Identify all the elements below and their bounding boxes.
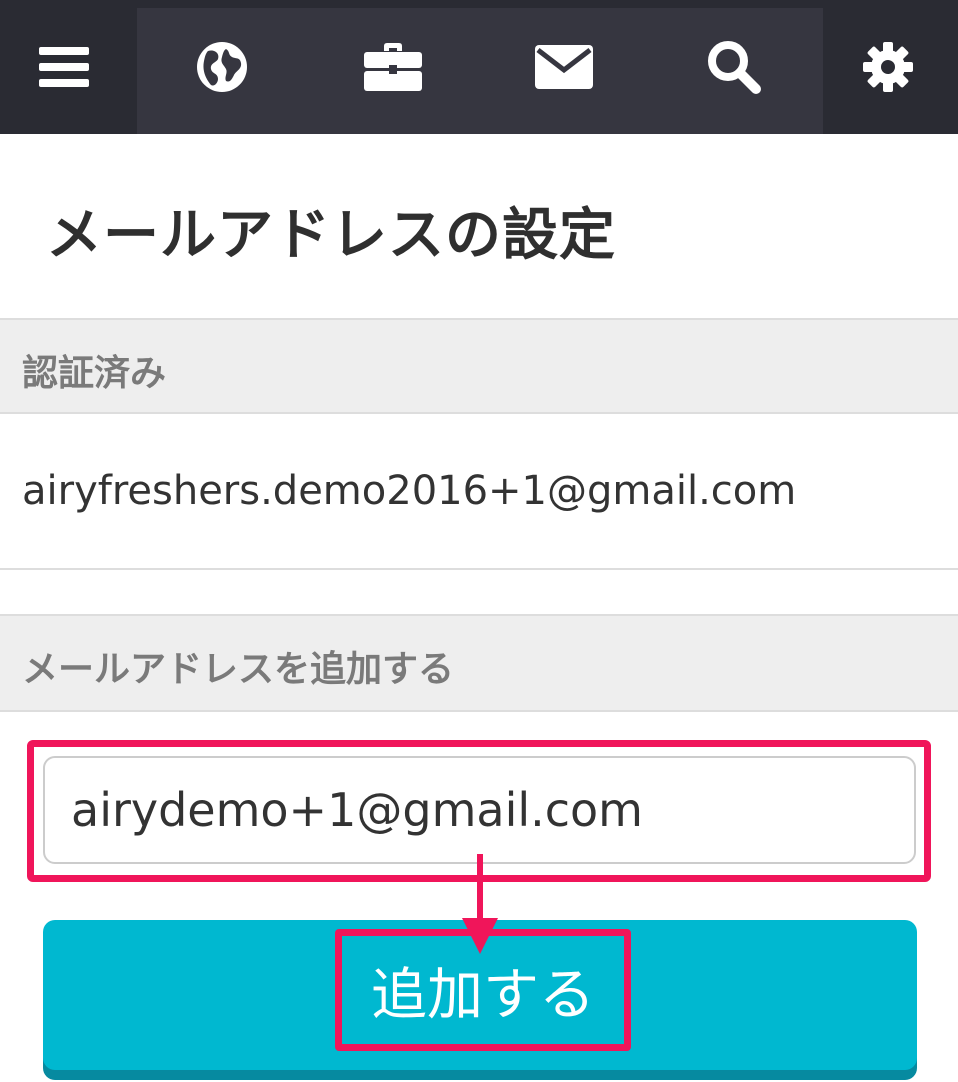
- add-email-section-label: メールアドレスを追加する: [22, 649, 455, 690]
- top-nav-bar: [0, 0, 958, 134]
- briefcase-button[interactable]: [307, 0, 479, 134]
- page-title: メールアドレスの設定: [46, 203, 616, 268]
- verified-section-header: 認証済み: [0, 318, 958, 414]
- briefcase-icon: [364, 43, 422, 91]
- globe-button[interactable]: [137, 0, 307, 134]
- arrow-down-icon: [462, 854, 498, 954]
- settings-button[interactable]: [824, 0, 952, 134]
- add-email-section-header: メールアドレスを追加する: [0, 614, 958, 712]
- search-icon: [708, 41, 761, 94]
- email-input[interactable]: [43, 756, 916, 864]
- mail-button[interactable]: [479, 0, 649, 134]
- verified-section-label: 認証済み: [22, 353, 167, 394]
- verified-email: airyfreshers.demo2016+1@gmail.com: [22, 468, 797, 514]
- menu-button[interactable]: [0, 0, 128, 134]
- gear-icon: [863, 42, 913, 92]
- mail-icon: [535, 45, 593, 89]
- search-button[interactable]: [649, 0, 819, 134]
- verified-email-row: airyfreshers.demo2016+1@gmail.com: [0, 414, 958, 570]
- globe-icon: [197, 42, 247, 92]
- menu-icon: [39, 47, 89, 87]
